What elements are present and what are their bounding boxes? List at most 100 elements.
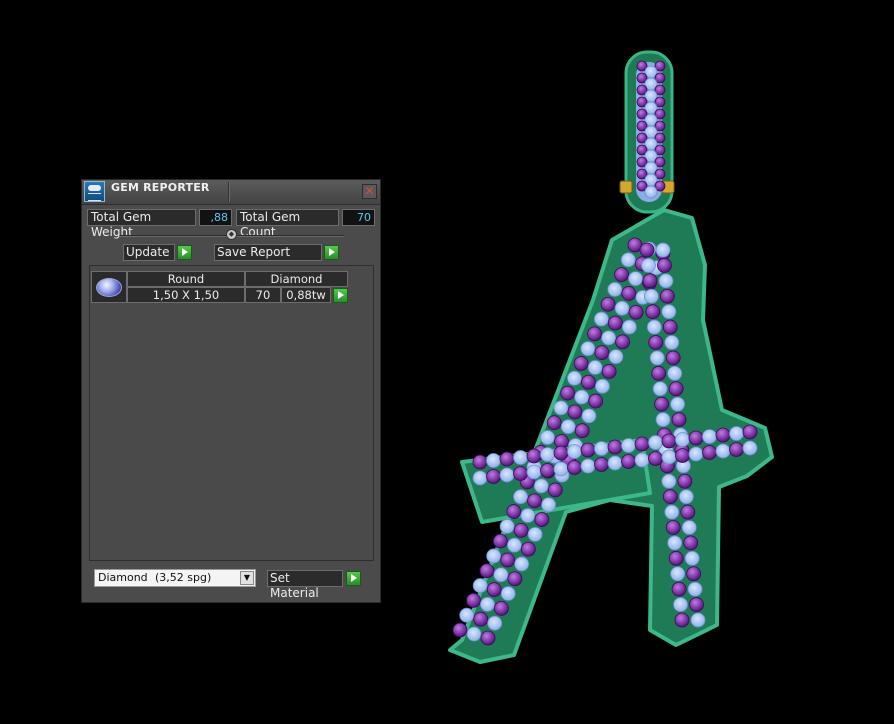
material-select[interactable]: Diamond (3,52 spg) ▼ [94,569,256,587]
light-stone [526,464,542,480]
purple-stone [527,493,542,509]
light-stone [513,489,528,505]
gem-material-cell[interactable]: Diamond [245,271,348,287]
purple-stone [668,550,684,566]
purple-stone [513,466,528,481]
light-stone [621,438,636,453]
light-stone [500,586,516,601]
purple-stone [680,504,696,520]
light-stone [472,578,488,593]
light-stone [513,450,528,465]
light-stone [493,567,509,583]
purple-stone [702,445,717,460]
update-button[interactable]: Update [123,244,175,261]
close-icon[interactable]: ✕ [362,184,377,199]
purple-stone [500,552,516,568]
light-stone [667,365,683,381]
purple-stone [686,566,702,582]
round-gem-thumbnail-icon[interactable] [91,271,127,303]
purple-stone [662,319,678,335]
save-report-go-icon[interactable] [324,245,339,260]
purple-stone [560,385,576,401]
panel-splitter-handle[interactable]: ◆ [226,229,237,240]
light-stone [520,508,536,523]
light-stone [620,252,636,268]
light-stone [661,473,677,489]
light-stone [644,185,658,199]
light-stone [567,370,582,386]
light-stone [670,396,685,412]
purple-stone [600,296,616,312]
purple-stone [588,393,604,409]
light-stone [581,408,597,424]
purple-stone [742,424,758,440]
panel-title-bar[interactable]: GEM REPORTER ✕ [82,180,380,205]
gem-count-cell[interactable]: 70 [245,287,281,303]
light-stone [506,537,522,553]
update-go-icon[interactable] [177,245,192,260]
purple-stone [651,365,667,381]
light-stone [729,426,744,441]
light-stone [688,446,704,462]
chevron-down-icon[interactable]: ▼ [240,571,254,585]
light-stone [499,518,515,534]
light-stone [541,497,556,513]
set-material-go-icon[interactable] [346,571,361,586]
light-stone [540,447,555,462]
light-stone [664,335,680,350]
gem-reporter-icon [84,181,105,202]
purple-stone [677,473,693,489]
gem-reporter-panel: GEM REPORTER ✕ Total Gem Weight ,88 Tota… [81,179,381,603]
purple-stone [486,582,502,597]
purple-stone [553,445,569,461]
save-report-button[interactable]: Save Report [214,244,322,261]
title-separator [228,182,229,202]
gem-weight-cell[interactable]: 0,88tw [281,287,331,303]
material-select-name: Diamond [98,571,148,584]
light-stone [702,429,717,444]
total-gem-count-label: Total Gem Count [236,209,339,239]
purple-stone [648,335,664,350]
light-stone [661,449,677,465]
purple-stone [601,364,617,379]
light-stone [628,271,643,287]
gem-row-go-icon[interactable] [333,288,348,303]
purple-stone [480,630,496,646]
set-material-button[interactable]: Set Material [267,570,343,600]
purple-stone [520,541,536,557]
purple-stone [506,504,522,519]
panel-title: GEM REPORTER [111,181,210,194]
purple-stone [494,600,509,616]
gem-list[interactable] [89,265,374,561]
gem-shape-cell[interactable]: Round [127,271,245,287]
light-stone [675,432,690,447]
purple-stone [659,288,675,304]
purple-stone [466,592,481,608]
light-stone [607,282,623,297]
purple-stone [567,460,582,475]
purple-stone [614,267,629,283]
purple-stone [642,273,658,289]
purple-stone [621,454,636,469]
pendant-model[interactable] [448,50,774,664]
purple-stone [540,463,555,478]
purple-stone [645,304,661,320]
purple-stone [634,436,650,452]
purple-stone [479,563,495,579]
light-stone [678,489,694,505]
purple-stone [513,522,529,538]
gem-size-cell[interactable]: 1,50 X 1,50 [127,287,245,303]
light-stone [643,288,659,304]
light-stone [652,381,668,397]
light-stone [487,615,503,631]
purple-stone [534,512,550,527]
light-stone [587,360,603,375]
purple-stone [507,571,523,587]
purple-stone [671,581,687,597]
purple-stone [547,482,563,498]
purple-stone [639,242,655,258]
purple-stone [473,611,489,627]
purple-stone [526,448,542,464]
purple-stone [499,451,515,467]
purple-stone [607,439,623,455]
